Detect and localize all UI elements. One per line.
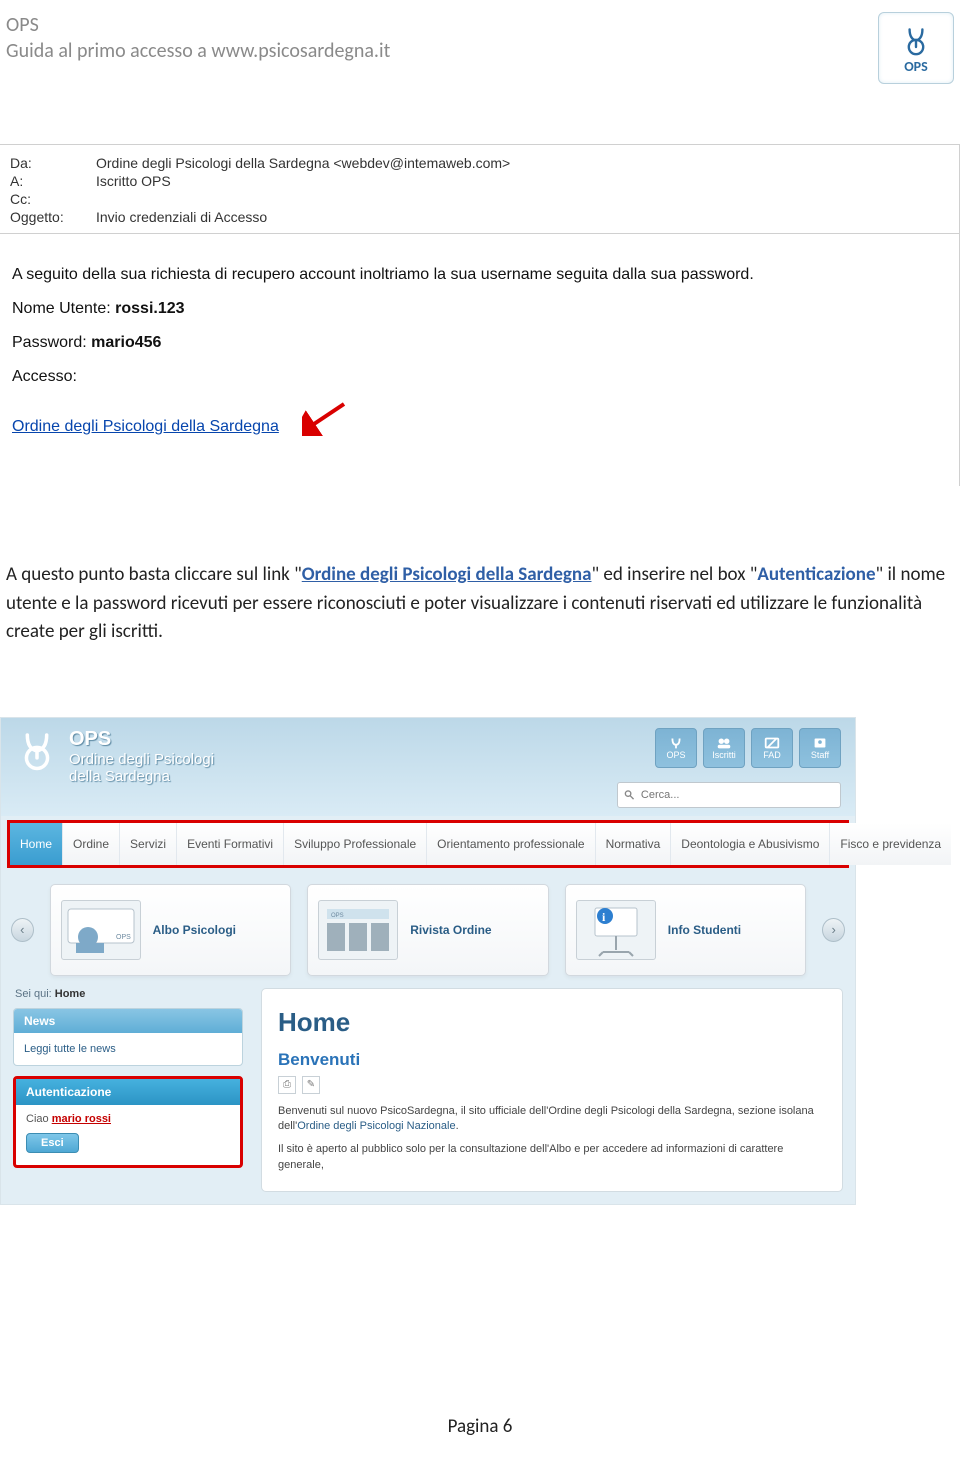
instr-link: Ordine degli Psicologi della Sardegna xyxy=(302,563,592,586)
nav-fisco[interactable]: Fisco e previdenza xyxy=(830,823,951,865)
instruction-paragraph: A questo punto basta cliccare sul link "… xyxy=(6,561,954,647)
card-albo[interactable]: OPS Albo Psicologi xyxy=(50,884,292,976)
print-icon[interactable]: ⎙ xyxy=(278,1076,296,1094)
email-subject-label: Oggetto: xyxy=(10,209,88,225)
news-box: News Leggi tutte le news xyxy=(13,1008,243,1066)
email-access-link[interactable]: Ordine degli Psicologi della Sardegna xyxy=(12,418,279,435)
instr-1a: A questo punto basta cliccare sul link " xyxy=(6,563,302,586)
nav-home[interactable]: Home xyxy=(10,823,63,865)
ops-logo-text: OPS xyxy=(904,58,928,75)
email-screenshot: Da: Ordine degli Psicologi della Sardegn… xyxy=(0,144,960,486)
card-info-thumb: i xyxy=(576,900,656,960)
instr-auth: Autenticazione xyxy=(757,563,875,586)
nav-deontologia[interactable]: Deontologia e Abusivismo xyxy=(671,823,830,865)
card-rivista-thumb: OPS xyxy=(318,900,398,960)
doc-title-line2: Guida al primo accesso a www.psicosardeg… xyxy=(6,38,390,64)
cards-prev-button[interactable]: ‹ xyxy=(11,918,34,942)
email-intro: A seguito della sua richiesta di recuper… xyxy=(12,266,947,284)
welcome-nation-link[interactable]: Ordine degli Psicologi Nazionale xyxy=(297,1120,455,1132)
email-from-value: Ordine degli Psicologi della Sardegna <w… xyxy=(96,155,510,171)
nav-sviluppo[interactable]: Sviluppo Professionale xyxy=(284,823,427,865)
auth-greeting: Ciao xyxy=(26,1113,52,1125)
site-title-top: OPS xyxy=(69,728,214,751)
email-subject-value: Invio credenziali di Accesso xyxy=(96,209,267,225)
email-password-value: mario456 xyxy=(91,334,161,351)
nav-servizi[interactable]: Servizi xyxy=(120,823,177,865)
svg-text:OPS: OPS xyxy=(331,913,344,919)
email-body: A seguito della sua richiesta di recuper… xyxy=(0,234,959,486)
logout-button[interactable]: Esci xyxy=(26,1133,79,1153)
red-arrow-icon xyxy=(302,400,350,436)
email-username-value: rossi.123 xyxy=(115,300,184,317)
shortcut-staff[interactable]: Staff xyxy=(799,728,841,768)
breadcrumb: Sei qui: Home xyxy=(15,988,243,1000)
search-input[interactable] xyxy=(639,788,834,802)
card-albo-thumb: OPS xyxy=(61,900,141,960)
site-title-sub2: della Sardegna xyxy=(69,768,214,785)
card-rivista-label: Rivista Ordine xyxy=(410,923,491,937)
document-title: OPS Guida al primo accesso a www.psicosa… xyxy=(6,12,390,64)
svg-text:OPS: OPS xyxy=(116,934,131,941)
card-rivista[interactable]: OPS Rivista Ordine xyxy=(307,884,549,976)
email-cc-label: Cc: xyxy=(10,191,88,207)
email-to-value: Iscritto OPS xyxy=(96,173,171,189)
site-title-sub1: Ordine degli Psicologi xyxy=(69,751,214,768)
card-info-label: Info Studenti xyxy=(668,923,741,937)
welcome-text-1c: . xyxy=(456,1120,459,1132)
search-icon xyxy=(624,789,635,801)
email-access-label: Accesso: xyxy=(12,368,947,386)
card-info[interactable]: i Info Studenti xyxy=(565,884,807,976)
welcome-text-2: Il sito è aperto al pubblico solo per la… xyxy=(278,1142,826,1173)
email-username-label: Nome Utente: xyxy=(12,300,115,317)
email-headers: Da: Ordine degli Psicologi della Sardegn… xyxy=(0,145,959,234)
document-header: OPS Guida al primo accesso a www.psicosa… xyxy=(6,12,954,84)
quick-cards: ‹ OPS Albo Psicologi xyxy=(1,872,855,988)
card-albo-label: Albo Psicologi xyxy=(153,923,236,937)
nav-orientamento[interactable]: Orientamento professionale xyxy=(427,823,595,865)
cards-next-button[interactable]: › xyxy=(822,918,845,942)
content-tools: ⎙ ✎ xyxy=(278,1076,826,1094)
welcome-heading: Benvenuti xyxy=(278,1050,826,1070)
site-psi-icon xyxy=(15,728,59,772)
email-to-label: A: xyxy=(10,173,88,189)
nav-ordine[interactable]: Ordine xyxy=(63,823,120,865)
shortcut-fad[interactable]: FAD xyxy=(751,728,793,768)
site-header: OPS Ordine degli Psicologi della Sardegn… xyxy=(1,718,855,816)
instr-1c: " ed inserire nel box " xyxy=(592,563,758,586)
doc-title-line1: OPS xyxy=(6,12,390,38)
ops-logo: OPS xyxy=(878,12,954,84)
nav-eventi[interactable]: Eventi Formativi xyxy=(177,823,284,865)
auth-username: mario rossi xyxy=(52,1113,111,1125)
website-screenshot: OPS Ordine degli Psicologi della Sardegn… xyxy=(0,717,856,1206)
news-all-link[interactable]: Leggi tutte le news xyxy=(24,1043,116,1055)
auth-head: Autenticazione xyxy=(16,1079,240,1105)
shortcut-ops[interactable]: OPS xyxy=(655,728,697,768)
news-head: News xyxy=(14,1009,242,1033)
nav-normativa[interactable]: Normativa xyxy=(596,823,672,865)
site-title: OPS Ordine degli Psicologi della Sardegn… xyxy=(69,728,214,786)
shortcut-iscritti[interactable]: Iscritti xyxy=(703,728,745,768)
auth-box: Autenticazione Ciao mario rossi Esci xyxy=(13,1076,243,1168)
page-heading: Home xyxy=(278,1007,826,1038)
email-password-label: Password: xyxy=(12,334,91,351)
main-nav: Home Ordine Servizi Eventi Formativi Svi… xyxy=(7,820,849,868)
edit-icon[interactable]: ✎ xyxy=(302,1076,320,1094)
main-content: Home Benvenuti ⎙ ✎ Benvenuti sul nuovo P… xyxy=(261,988,843,1193)
email-from-label: Da: xyxy=(10,155,88,171)
top-shortcuts: OPS Iscritti FAD Staff xyxy=(655,728,841,768)
search-box[interactable] xyxy=(617,782,841,808)
psi-icon xyxy=(896,22,936,56)
